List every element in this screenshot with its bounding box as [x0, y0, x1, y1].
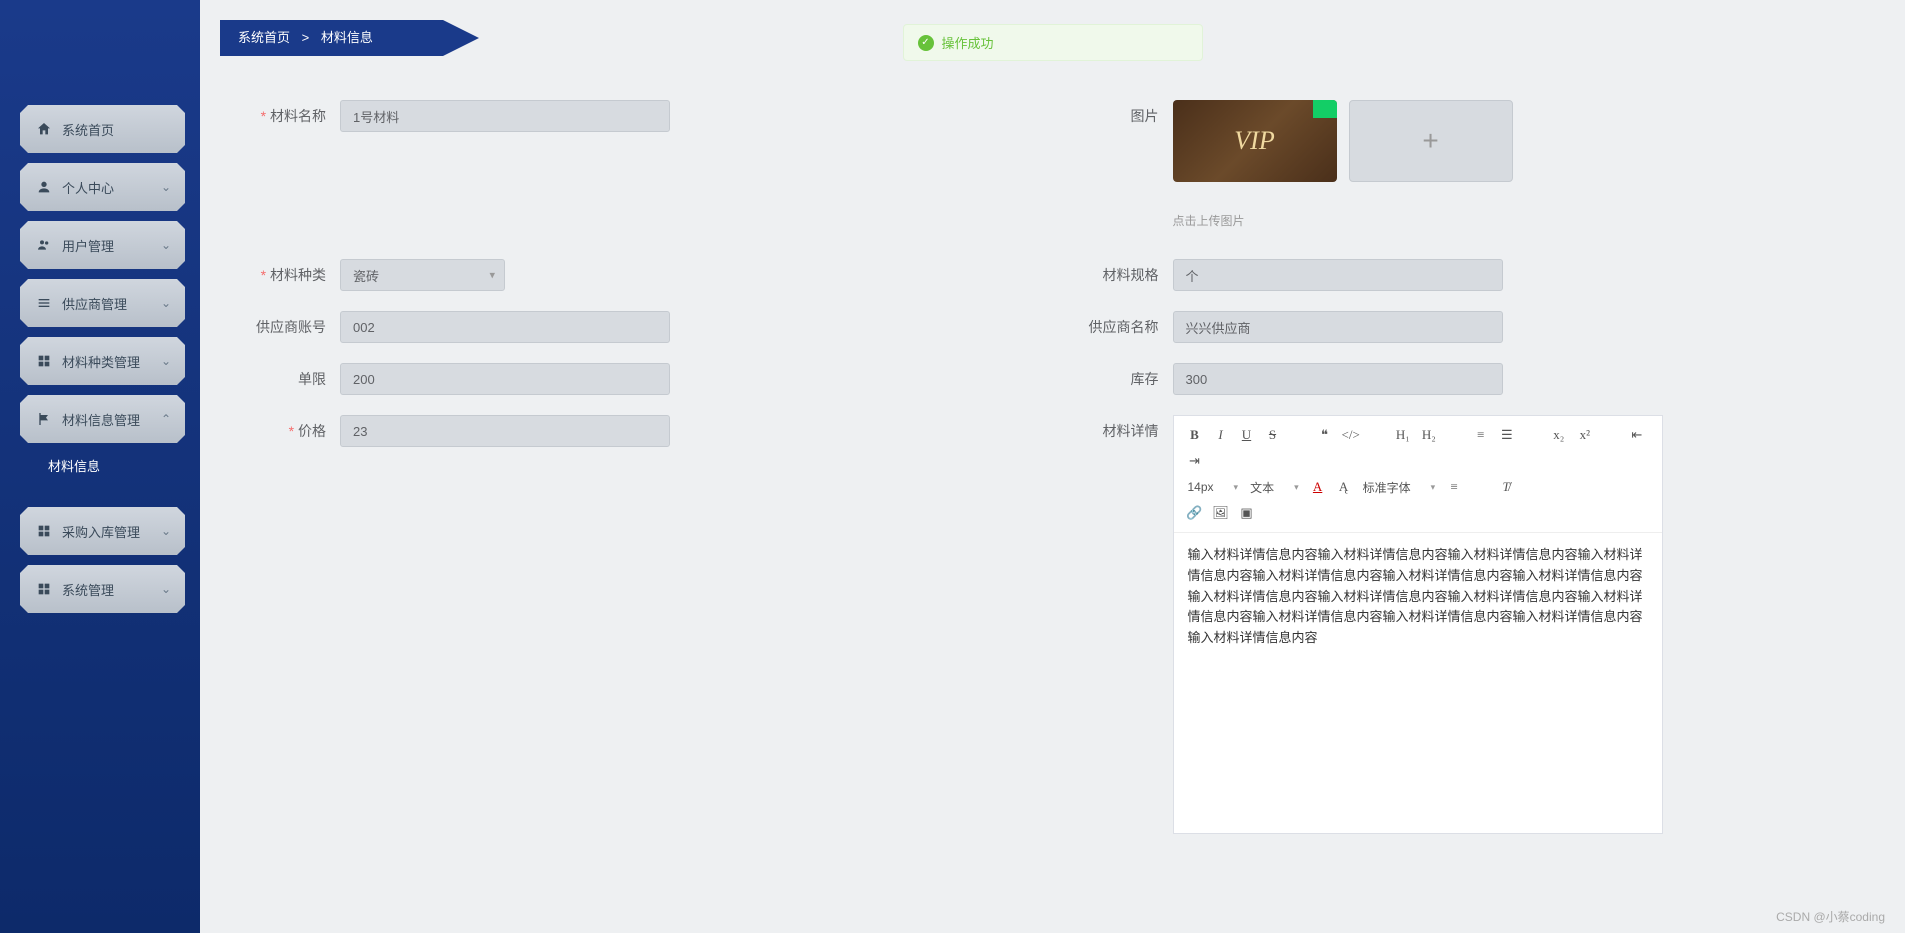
sidebar-item-label: 材料信息 [48, 456, 100, 475]
rich-text-editor: B I U S ❝ </> H₁ H₂ ≡ ☰ x₂ [1173, 415, 1663, 834]
align-button[interactable]: ≡ [1441, 474, 1467, 500]
image-button[interactable]: 🖼 [1208, 500, 1234, 526]
select-material-type-value[interactable] [340, 259, 505, 291]
label-detail: 材料详情 [1053, 415, 1173, 447]
breadcrumb-separator: > [302, 30, 310, 45]
sidebar-item-label: 采购入库管理 [62, 522, 140, 541]
uploaded-image-thumb[interactable]: VIP [1173, 100, 1337, 182]
input-material-name[interactable] [340, 100, 670, 132]
quote-button[interactable]: ❝ [1312, 422, 1338, 448]
label-material-spec: 材料规格 [1053, 259, 1173, 291]
sidebar-item-material-type[interactable]: 材料种类管理 ⌄ [20, 337, 185, 385]
strikethrough-button[interactable]: S [1260, 422, 1286, 448]
input-price[interactable] [340, 415, 670, 447]
sidebar-item-label: 材料信息管理 [62, 410, 140, 429]
label-image: 图片 [1053, 100, 1173, 132]
list-icon [36, 295, 52, 311]
sidebar-item-label: 系统管理 [62, 580, 114, 599]
vip-card-graphic: VIP [1234, 126, 1274, 156]
select-material-type[interactable]: ▾ [340, 259, 505, 291]
bg-color-button[interactable]: Ą [1331, 474, 1357, 500]
sidebar-item-users[interactable]: 用户管理 ⌄ [20, 221, 185, 269]
font-std-select[interactable]: 标准字体▾ [1357, 474, 1442, 500]
label-material-name: 材料名称 [220, 100, 340, 132]
code-button[interactable]: </> [1338, 422, 1364, 448]
input-supplier-account[interactable] [340, 311, 670, 343]
font-color-button[interactable]: A [1305, 474, 1331, 500]
sidebar-item-label: 材料种类管理 [62, 352, 140, 371]
success-alert: ✓ 操作成功 [903, 24, 1203, 61]
bold-button[interactable]: B [1182, 422, 1208, 448]
font-family-select[interactable]: 文本▾ [1244, 474, 1305, 500]
label-supplier-name: 供应商名称 [1053, 311, 1173, 343]
unordered-list-button[interactable]: ☰ [1494, 422, 1520, 448]
superscript-button[interactable]: x² [1572, 422, 1598, 448]
sidebar-item-material-info[interactable]: 材料信息 [0, 443, 200, 487]
breadcrumb: 系统首页 > 材料信息 [220, 20, 443, 56]
ordered-list-button[interactable]: ≡ [1468, 422, 1494, 448]
font-size-select[interactable]: 14px▾ [1182, 474, 1245, 500]
sidebar: 系统首页 个人中心 ⌄ 用户管理 ⌄ 供应商管理 ⌄ 材料种类管理 ⌄ 材料信息… [0, 0, 200, 933]
sidebar-item-material-info-mgmt[interactable]: 材料信息管理 ⌃ [20, 395, 185, 443]
sidebar-item-supplier[interactable]: 供应商管理 ⌄ [20, 279, 185, 327]
h1-button[interactable]: H₁ [1390, 422, 1416, 448]
sidebar-item-system[interactable]: 系统管理 ⌄ [20, 565, 185, 613]
h2-button[interactable]: H₂ [1416, 422, 1442, 448]
grid-icon [36, 353, 52, 369]
chevron-down-icon: ⌄ [161, 180, 171, 194]
label-price: 价格 [220, 415, 340, 447]
watermark: CSDN @小蔡coding [1776, 908, 1885, 925]
upload-add-button[interactable]: + [1349, 100, 1513, 182]
form: 材料名称 图片 VIP + 点击上传图片 [220, 100, 1885, 933]
plus-icon: + [1422, 125, 1438, 157]
label-supplier-account: 供应商账号 [220, 311, 340, 343]
video-button[interactable]: ▣ [1234, 500, 1260, 526]
italic-button[interactable]: I [1208, 422, 1234, 448]
sidebar-item-home[interactable]: 系统首页 [20, 105, 185, 153]
home-icon [36, 121, 52, 137]
label-unit-limit: 单限 [220, 363, 340, 395]
input-unit-limit[interactable] [340, 363, 670, 395]
indent-button[interactable]: ⇤ [1624, 422, 1650, 448]
flag-icon [36, 411, 52, 427]
link-button[interactable]: 🔗 [1182, 500, 1208, 526]
grid-icon [36, 523, 52, 539]
sidebar-item-profile[interactable]: 个人中心 ⌄ [20, 163, 185, 211]
sidebar-item-label: 个人中心 [62, 178, 114, 197]
chevron-down-icon: ⌄ [161, 238, 171, 252]
upload-area: VIP + [1173, 100, 1886, 182]
alert-text: 操作成功 [942, 33, 994, 52]
underline-button[interactable]: U [1234, 422, 1260, 448]
label-stock: 库存 [1053, 363, 1173, 395]
chevron-down-icon: ⌄ [161, 582, 171, 596]
sidebar-item-label: 供应商管理 [62, 294, 127, 313]
main-content: 系统首页 > 材料信息 ✓ 操作成功 材料名称 图片 VIP [200, 0, 1905, 933]
users-icon [36, 237, 52, 253]
breadcrumb-bar: 系统首页 > 材料信息 ✓ 操作成功 [200, 0, 1905, 60]
editor-content[interactable]: 输入材料详情信息内容输入材料详情信息内容输入材料详情信息内容输入材料详情信息内容… [1174, 533, 1662, 833]
outdent-button[interactable]: ⇥ [1182, 448, 1208, 474]
chevron-up-icon: ⌃ [161, 412, 171, 426]
chevron-down-icon: ⌄ [161, 524, 171, 538]
upload-hint: 点击上传图片 [1173, 212, 1886, 229]
subscript-button[interactable]: x₂ [1546, 422, 1572, 448]
clear-format-button[interactable]: T̸ [1493, 474, 1519, 500]
label-material-type: 材料种类 [220, 259, 340, 291]
check-circle-icon: ✓ [918, 35, 934, 51]
sidebar-item-label: 用户管理 [62, 236, 114, 255]
chevron-down-icon: ⌄ [161, 354, 171, 368]
editor-toolbar: B I U S ❝ </> H₁ H₂ ≡ ☰ x₂ [1174, 416, 1662, 533]
sidebar-item-purchase[interactable]: 采购入库管理 ⌄ [20, 507, 185, 555]
user-icon [36, 179, 52, 195]
breadcrumb-current: 材料信息 [321, 30, 373, 45]
sidebar-item-label: 系统首页 [62, 120, 114, 139]
input-supplier-name[interactable] [1173, 311, 1503, 343]
breadcrumb-home[interactable]: 系统首页 [238, 30, 290, 45]
chevron-down-icon: ⌄ [161, 296, 171, 310]
delete-image-badge[interactable] [1313, 100, 1337, 118]
input-stock[interactable] [1173, 363, 1503, 395]
grid-icon [36, 581, 52, 597]
input-material-spec[interactable] [1173, 259, 1503, 291]
